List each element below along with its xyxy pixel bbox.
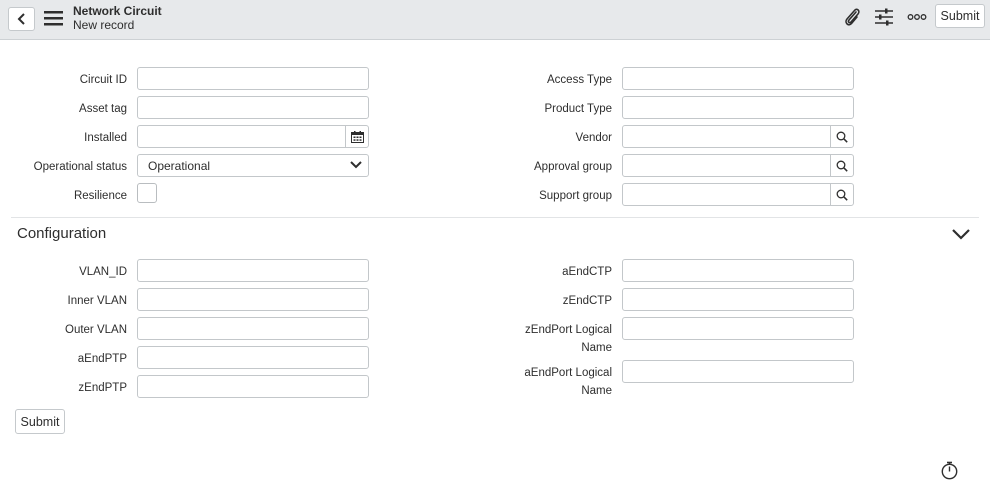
page-title: Network Circuit bbox=[73, 4, 162, 18]
support-group-input[interactable] bbox=[622, 183, 854, 206]
collapse-section-icon[interactable] bbox=[951, 228, 971, 243]
back-icon bbox=[17, 13, 25, 25]
approval-group-input[interactable] bbox=[622, 154, 854, 177]
zendctp-input[interactable] bbox=[622, 288, 854, 311]
header-submit-button[interactable]: Submit bbox=[935, 4, 985, 28]
search-icon bbox=[836, 189, 848, 201]
support-group-label: Support group bbox=[539, 190, 612, 202]
aendport-logical-name-label-line2: Name bbox=[581, 385, 612, 397]
vendor-label: Vendor bbox=[575, 132, 612, 144]
title-block: Network Circuit New record bbox=[73, 4, 162, 32]
product-type-label: Product Type bbox=[544, 103, 612, 115]
form-header: Network Circuit New record Submit bbox=[0, 0, 990, 40]
vendor-lookup-button[interactable] bbox=[830, 126, 853, 147]
aendctp-label: aEndCTP bbox=[562, 266, 612, 278]
approval-group-lookup-button[interactable] bbox=[830, 155, 853, 176]
aendport-logical-name-label: aEndPort Logical Name bbox=[0, 366, 612, 398]
product-type-input[interactable] bbox=[622, 96, 854, 119]
back-button[interactable] bbox=[8, 7, 35, 31]
aendport-logical-name-label-line1: aEndPort Logical bbox=[524, 367, 612, 379]
section-divider bbox=[11, 217, 979, 218]
menu-icon[interactable] bbox=[44, 11, 63, 26]
settings-sliders-icon[interactable] bbox=[873, 6, 895, 28]
support-group-lookup-button[interactable] bbox=[830, 184, 853, 205]
search-icon bbox=[836, 160, 848, 172]
zendctp-label: zEndCTP bbox=[562, 295, 612, 307]
search-icon bbox=[836, 131, 848, 143]
aendctp-input[interactable] bbox=[622, 259, 854, 282]
page-subtitle: New record bbox=[73, 18, 135, 32]
configuration-section-title: Configuration bbox=[17, 225, 107, 242]
stopwatch-icon[interactable] bbox=[940, 461, 959, 483]
aendport-logical-name-input[interactable] bbox=[622, 360, 854, 383]
zendport-logical-name-input[interactable] bbox=[622, 317, 854, 340]
more-options-icon[interactable] bbox=[906, 6, 928, 28]
access-type-input[interactable] bbox=[622, 67, 854, 90]
access-type-label: Access Type bbox=[547, 74, 612, 86]
approval-group-label: Approval group bbox=[534, 161, 612, 173]
zendport-logical-name-label-line1: zEndPort Logical bbox=[525, 324, 612, 336]
vendor-input[interactable] bbox=[622, 125, 854, 148]
zendport-logical-name-label: zEndPort Logical Name bbox=[0, 323, 612, 355]
attachment-icon[interactable] bbox=[841, 6, 863, 28]
zendport-logical-name-label-line2: Name bbox=[581, 342, 612, 354]
submit-button[interactable]: Submit bbox=[15, 409, 65, 434]
